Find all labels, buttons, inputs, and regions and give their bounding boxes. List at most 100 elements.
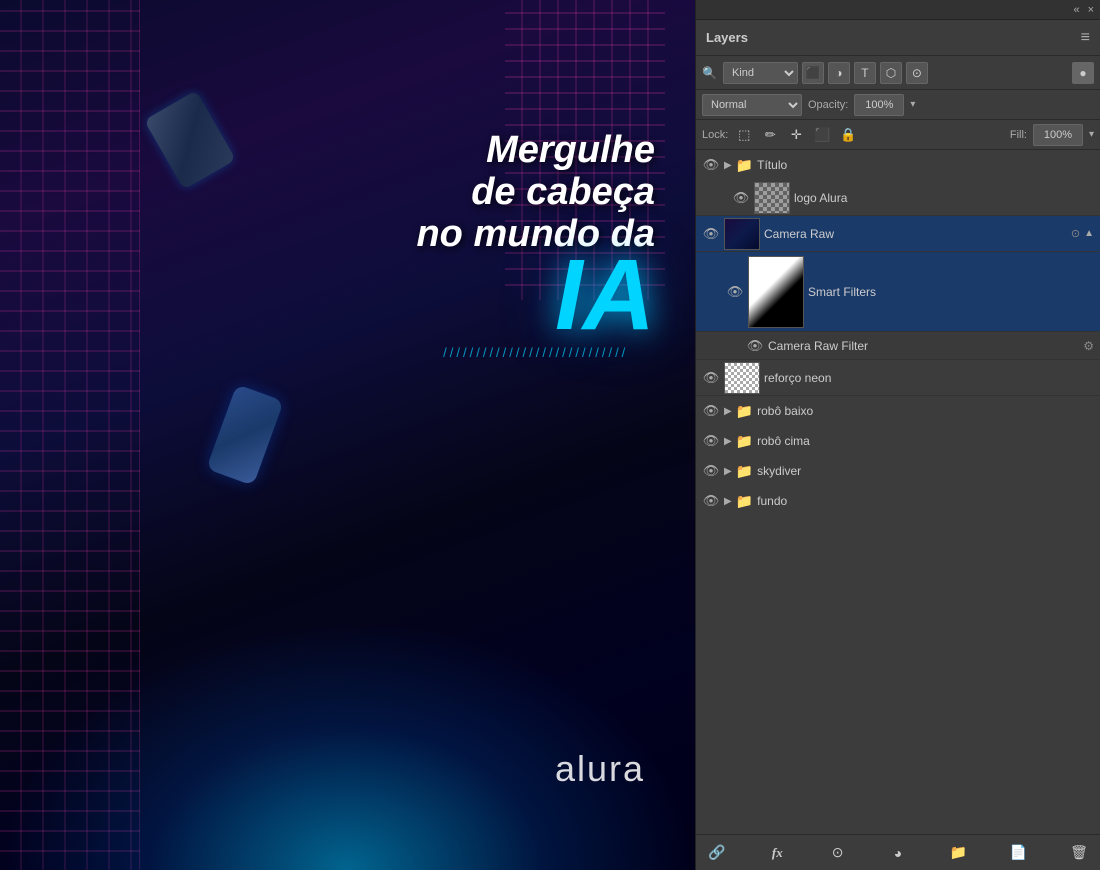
- layer-thumb-camera-raw: [724, 218, 760, 250]
- blend-mode-select[interactable]: Normal Multiply Screen Overlay: [702, 94, 802, 116]
- pixel-filter-icon[interactable]: ⬛: [802, 62, 824, 84]
- filter-toggle-icon[interactable]: ●: [1072, 62, 1094, 84]
- canvas-text-overlay: Mergulhe de cabeça no mundo da IA //////…: [416, 130, 655, 360]
- layers-bottom-bar: 🔗 fx ⊙ ◕ 📁 📄 🗑: [696, 834, 1100, 870]
- delete-layer-btn[interactable]: 🗑: [1066, 840, 1092, 866]
- layer-vis-camera-raw[interactable]: 👁: [702, 225, 720, 243]
- opacity-arrow-icon[interactable]: ▾: [910, 99, 915, 110]
- eye-icon-reforco: 👁: [703, 370, 720, 386]
- folder-icon-robo-cima: 📁: [736, 433, 753, 450]
- eye-icon-camera-raw-filter: 👁: [747, 338, 764, 354]
- layers-menu-icon[interactable]: ≡: [1081, 29, 1090, 47]
- folder-icon-skydiver: 📁: [736, 463, 753, 480]
- folder-icon-fundo: 📁: [736, 493, 753, 510]
- lock-label: Lock:: [702, 129, 728, 141]
- layer-name-reforco: reforço neon: [764, 371, 1094, 385]
- filter-bar: 🔍 Kind ⬛ ◑ T ⬡ ⊙ ●: [696, 56, 1100, 90]
- expand-arrow-robo-baixo[interactable]: ▶: [724, 406, 732, 417]
- layer-group-skydiver[interactable]: 👁 ▶ 📁 skydiver: [696, 456, 1100, 486]
- lock-image-btn[interactable]: ✏: [760, 125, 780, 145]
- canvas-title-line1: Mergulhe: [416, 130, 655, 172]
- lock-all-btn[interactable]: 🔒: [838, 125, 858, 145]
- eye-icon-fundo: 👁: [703, 493, 720, 509]
- link-layers-btn[interactable]: 🔗: [704, 840, 730, 866]
- layer-group-robo-cima[interactable]: 👁 ▶ 📁 robô cima: [696, 426, 1100, 456]
- layer-vis-reforco[interactable]: 👁: [702, 369, 720, 387]
- adjustment-filter-icon[interactable]: ◑: [828, 62, 850, 84]
- layer-name-smart-filters: Smart Filters: [808, 285, 1094, 299]
- expand-arrow-skydiver[interactable]: ▶: [724, 466, 732, 477]
- eye-icon-smart-filters: 👁: [727, 284, 744, 300]
- robot-top-figure: [140, 60, 260, 240]
- smart-object-settings-icon[interactable]: ⊙: [1071, 227, 1080, 240]
- layer-group-titulo[interactable]: 👁 ▶ 📁 Título: [696, 150, 1100, 180]
- panels-right: « × Layers ≡ 🔍 Kind ⬛ ◑ T ⬡ ⊙ ● Normal M…: [695, 0, 1100, 870]
- layers-panel-header: Layers ≡: [696, 20, 1100, 56]
- eye-icon-robo-baixo: 👁: [703, 403, 720, 419]
- shape-filter-icon[interactable]: ⬡: [880, 62, 902, 84]
- filter-kind-select[interactable]: Kind: [723, 62, 798, 84]
- layer-vis-logo[interactable]: 👁: [732, 189, 750, 207]
- layer-vis-skydiver[interactable]: 👁: [702, 462, 720, 480]
- layers-list: 👁 ▶ 📁 Título 👁 logo Alura 👁: [696, 150, 1100, 834]
- layer-row-camera-raw-filter[interactable]: 👁 Camera Raw Filter ⚙: [696, 332, 1100, 360]
- canvas-title-line2: de cabeça: [416, 172, 655, 214]
- layer-vis-fundo[interactable]: 👁: [702, 492, 720, 510]
- layers-panel: Layers ≡ 🔍 Kind ⬛ ◑ T ⬡ ⊙ ● Normal Multi…: [696, 20, 1100, 870]
- layer-vis-robo-baixo[interactable]: 👁: [702, 402, 720, 420]
- layer-group-fundo[interactable]: 👁 ▶ 📁 fundo: [696, 486, 1100, 516]
- eye-icon-skydiver: 👁: [703, 463, 720, 479]
- collapse-icon[interactable]: «: [1073, 4, 1079, 16]
- expand-arrow-robo-cima[interactable]: ▶: [724, 436, 732, 447]
- layer-thumb-logo: [754, 182, 790, 214]
- type-filter-icon[interactable]: T: [854, 62, 876, 84]
- layer-vis-smart-filters[interactable]: 👁: [726, 283, 744, 301]
- eye-icon: 👁: [703, 157, 720, 173]
- layer-vis-robo-cima[interactable]: 👁: [702, 432, 720, 450]
- fill-arrow-icon[interactable]: ▾: [1089, 129, 1094, 140]
- lock-transparent-btn[interactable]: ⬚: [734, 125, 754, 145]
- collapse-arrow-camera-raw[interactable]: ▲: [1084, 228, 1094, 239]
- opacity-input[interactable]: [854, 94, 904, 116]
- folder-icon-titulo: 📁: [736, 157, 753, 174]
- layer-thumb-reforco: [724, 362, 760, 394]
- layer-thumb-smart-filters: [748, 256, 804, 328]
- layer-row-camera-raw[interactable]: 👁 Camera Raw ⊙ ▲: [696, 216, 1100, 252]
- canvas-area: Mergulhe de cabeça no mundo da IA //////…: [0, 0, 695, 870]
- layer-name-skydiver: skydiver: [757, 464, 1094, 478]
- lock-bar: Lock: ⬚ ✏ ✛ ⬛ 🔒 Fill: ▾: [696, 120, 1100, 150]
- layer-group-robo-baixo[interactable]: 👁 ▶ 📁 robô baixo: [696, 396, 1100, 426]
- blend-mode-bar: Normal Multiply Screen Overlay Opacity: …: [696, 90, 1100, 120]
- layer-row-smart-filters[interactable]: 👁 Smart Filters: [696, 252, 1100, 332]
- layer-name-robo-baixo: robô baixo: [757, 404, 1094, 418]
- new-layer-btn[interactable]: 📄: [1006, 840, 1032, 866]
- layer-row-logo-alura[interactable]: 👁 logo Alura: [696, 180, 1100, 216]
- layer-vis-titulo[interactable]: 👁: [702, 156, 720, 174]
- layer-vis-camera-raw-filter[interactable]: 👁: [746, 337, 764, 355]
- layers-panel-title: Layers: [706, 30, 748, 45]
- new-group-btn[interactable]: 📁: [945, 840, 971, 866]
- layer-name-camera-raw: Camera Raw: [764, 227, 1067, 241]
- layer-name-logo: logo Alura: [794, 191, 1094, 205]
- search-icon: 🔍: [702, 66, 717, 80]
- eye-icon-camera-raw: 👁: [703, 226, 720, 242]
- eye-icon-robo-cima: 👁: [703, 433, 720, 449]
- canvas-brand-logo: alura: [555, 748, 645, 790]
- lock-artboard-btn[interactable]: ⬛: [812, 125, 832, 145]
- adjustment-layer-btn[interactable]: ◕: [885, 840, 911, 866]
- add-mask-btn[interactable]: ⊙: [825, 840, 851, 866]
- cyan-glow-decoration: [0, 620, 695, 870]
- fx-btn[interactable]: fx: [764, 840, 790, 866]
- smart-filter-icon[interactable]: ⊙: [906, 62, 928, 84]
- fill-input[interactable]: [1033, 124, 1083, 146]
- expand-arrow-fundo[interactable]: ▶: [724, 496, 732, 507]
- layer-row-reforco-neon[interactable]: 👁 reforço neon: [696, 360, 1100, 396]
- lock-position-btn[interactable]: ✛: [786, 125, 806, 145]
- close-icon[interactable]: ×: [1088, 4, 1094, 16]
- canvas-image: Mergulhe de cabeça no mundo da IA //////…: [0, 0, 695, 870]
- panel-top-bar: « ×: [696, 0, 1100, 20]
- eye-icon-logo: 👁: [733, 190, 750, 206]
- expand-arrow-titulo[interactable]: ▶: [724, 160, 732, 171]
- layer-name-camera-raw-filter: Camera Raw Filter: [768, 339, 1079, 353]
- filter-adjust-icon[interactable]: ⚙: [1083, 339, 1094, 353]
